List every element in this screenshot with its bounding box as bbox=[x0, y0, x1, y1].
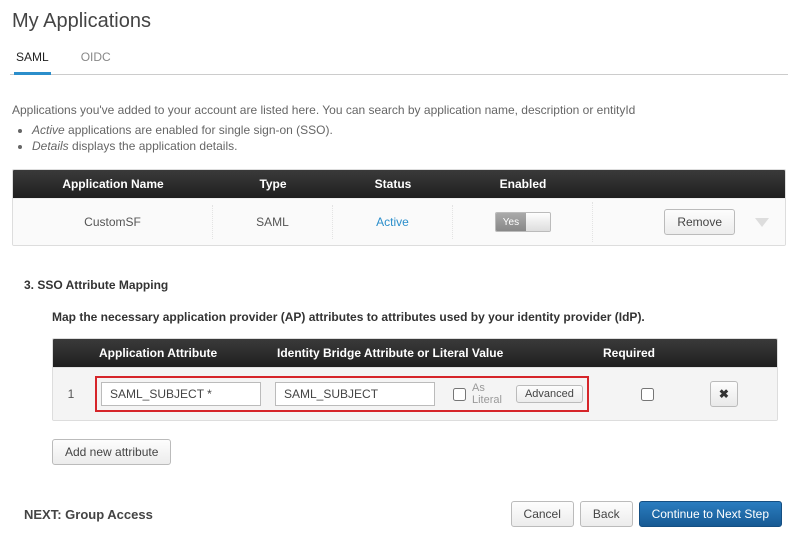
application-attribute-input[interactable] bbox=[101, 382, 261, 406]
attr-header-app: Application Attribute bbox=[89, 339, 267, 367]
intro-text: Applications you've added to your accoun… bbox=[12, 103, 786, 117]
as-literal-label: As Literal bbox=[449, 382, 502, 406]
applications-table-header: Application Name Type Status Enabled bbox=[13, 170, 785, 198]
note-active-em: Active bbox=[32, 123, 65, 137]
expand-row-icon[interactable] bbox=[755, 218, 769, 227]
next-step-label: NEXT: Group Access bbox=[24, 507, 511, 522]
page-title: My Applications bbox=[12, 10, 788, 33]
tab-saml[interactable]: SAML bbox=[14, 44, 51, 75]
section-title: 3. SSO Attribute Mapping bbox=[24, 278, 778, 292]
note-active-rest: applications are enabled for single sign… bbox=[65, 123, 333, 137]
continue-button[interactable]: Continue to Next Step bbox=[639, 501, 782, 527]
enabled-toggle-yes: Yes bbox=[496, 213, 527, 231]
cell-app-type: SAML bbox=[213, 205, 333, 239]
as-literal-text: As Literal bbox=[472, 382, 502, 406]
enabled-toggle[interactable]: Yes bbox=[495, 212, 551, 232]
section-subtitle: Map the necessary application provider (… bbox=[52, 310, 778, 324]
attr-header-idp: Identity Bridge Attribute or Literal Val… bbox=[267, 339, 577, 367]
delete-attribute-button[interactable]: ✖ bbox=[710, 381, 738, 407]
status-link[interactable]: Active bbox=[376, 215, 409, 229]
attr-row-index: 1 bbox=[53, 387, 89, 401]
sso-attribute-section: 3. SSO Attribute Mapping Map the necessa… bbox=[24, 278, 778, 465]
tab-oidc[interactable]: OIDC bbox=[79, 44, 113, 75]
tab-bar: SAML OIDC bbox=[10, 43, 788, 75]
attribute-row: 1 As Literal Advanced bbox=[53, 367, 777, 420]
col-header-enabled: Enabled bbox=[453, 170, 593, 198]
note-active: Active applications are enabled for sing… bbox=[32, 123, 788, 137]
intro-notes: Active applications are enabled for sing… bbox=[16, 123, 788, 153]
cell-app-name: CustomSF bbox=[13, 205, 213, 239]
required-checkbox[interactable] bbox=[641, 388, 654, 401]
col-header-type: Type bbox=[213, 170, 333, 198]
note-details-rest: displays the application details. bbox=[69, 139, 238, 153]
remove-button[interactable]: Remove bbox=[664, 209, 735, 235]
attribute-table-header: Application Attribute Identity Bridge At… bbox=[53, 339, 777, 367]
as-literal-checkbox[interactable] bbox=[453, 388, 466, 401]
footer-bar: NEXT: Group Access Cancel Back Continue … bbox=[24, 501, 782, 527]
col-header-actions bbox=[593, 170, 785, 198]
col-header-status: Status bbox=[333, 170, 453, 198]
applications-table: Application Name Type Status Enabled Cus… bbox=[12, 169, 786, 246]
attr-header-required: Required bbox=[577, 339, 681, 367]
table-row: CustomSF SAML Active Yes Remove bbox=[13, 198, 785, 245]
add-new-attribute-button[interactable]: Add new attribute bbox=[52, 439, 171, 465]
identity-attribute-input[interactable] bbox=[275, 382, 435, 406]
cancel-button[interactable]: Cancel bbox=[511, 501, 574, 527]
close-icon: ✖ bbox=[719, 387, 729, 401]
attribute-table: Application Attribute Identity Bridge At… bbox=[52, 338, 778, 421]
col-header-name: Application Name bbox=[13, 170, 213, 198]
enabled-toggle-handle bbox=[526, 213, 549, 231]
note-details-em: Details bbox=[32, 139, 69, 153]
note-details: Details displays the application details… bbox=[32, 139, 788, 153]
highlighted-attribute-inputs: As Literal Advanced bbox=[95, 376, 589, 412]
back-button[interactable]: Back bbox=[580, 501, 633, 527]
advanced-button[interactable]: Advanced bbox=[516, 385, 583, 403]
